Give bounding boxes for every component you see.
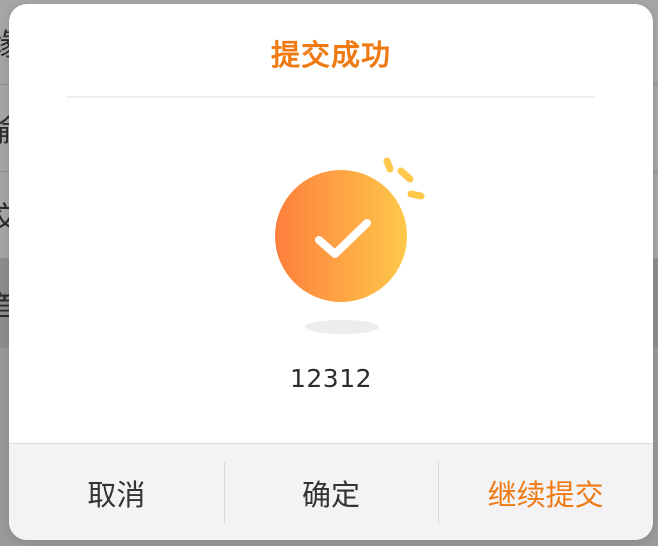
success-dialog: 提交成功 12312 取消 确定 继续提交 [9,4,653,540]
dialog-message: 12312 [289,364,373,393]
cancel-button[interactable]: 取消 [9,444,224,540]
confirm-button[interactable]: 确定 [223,444,439,540]
title-divider [67,96,595,98]
dialog-footer: 取消 确定 继续提交 [9,443,653,540]
check-circle-icon [259,149,429,339]
continue-submit-button[interactable]: 继续提交 [438,444,653,540]
dialog-title: 提交成功 [270,38,391,72]
